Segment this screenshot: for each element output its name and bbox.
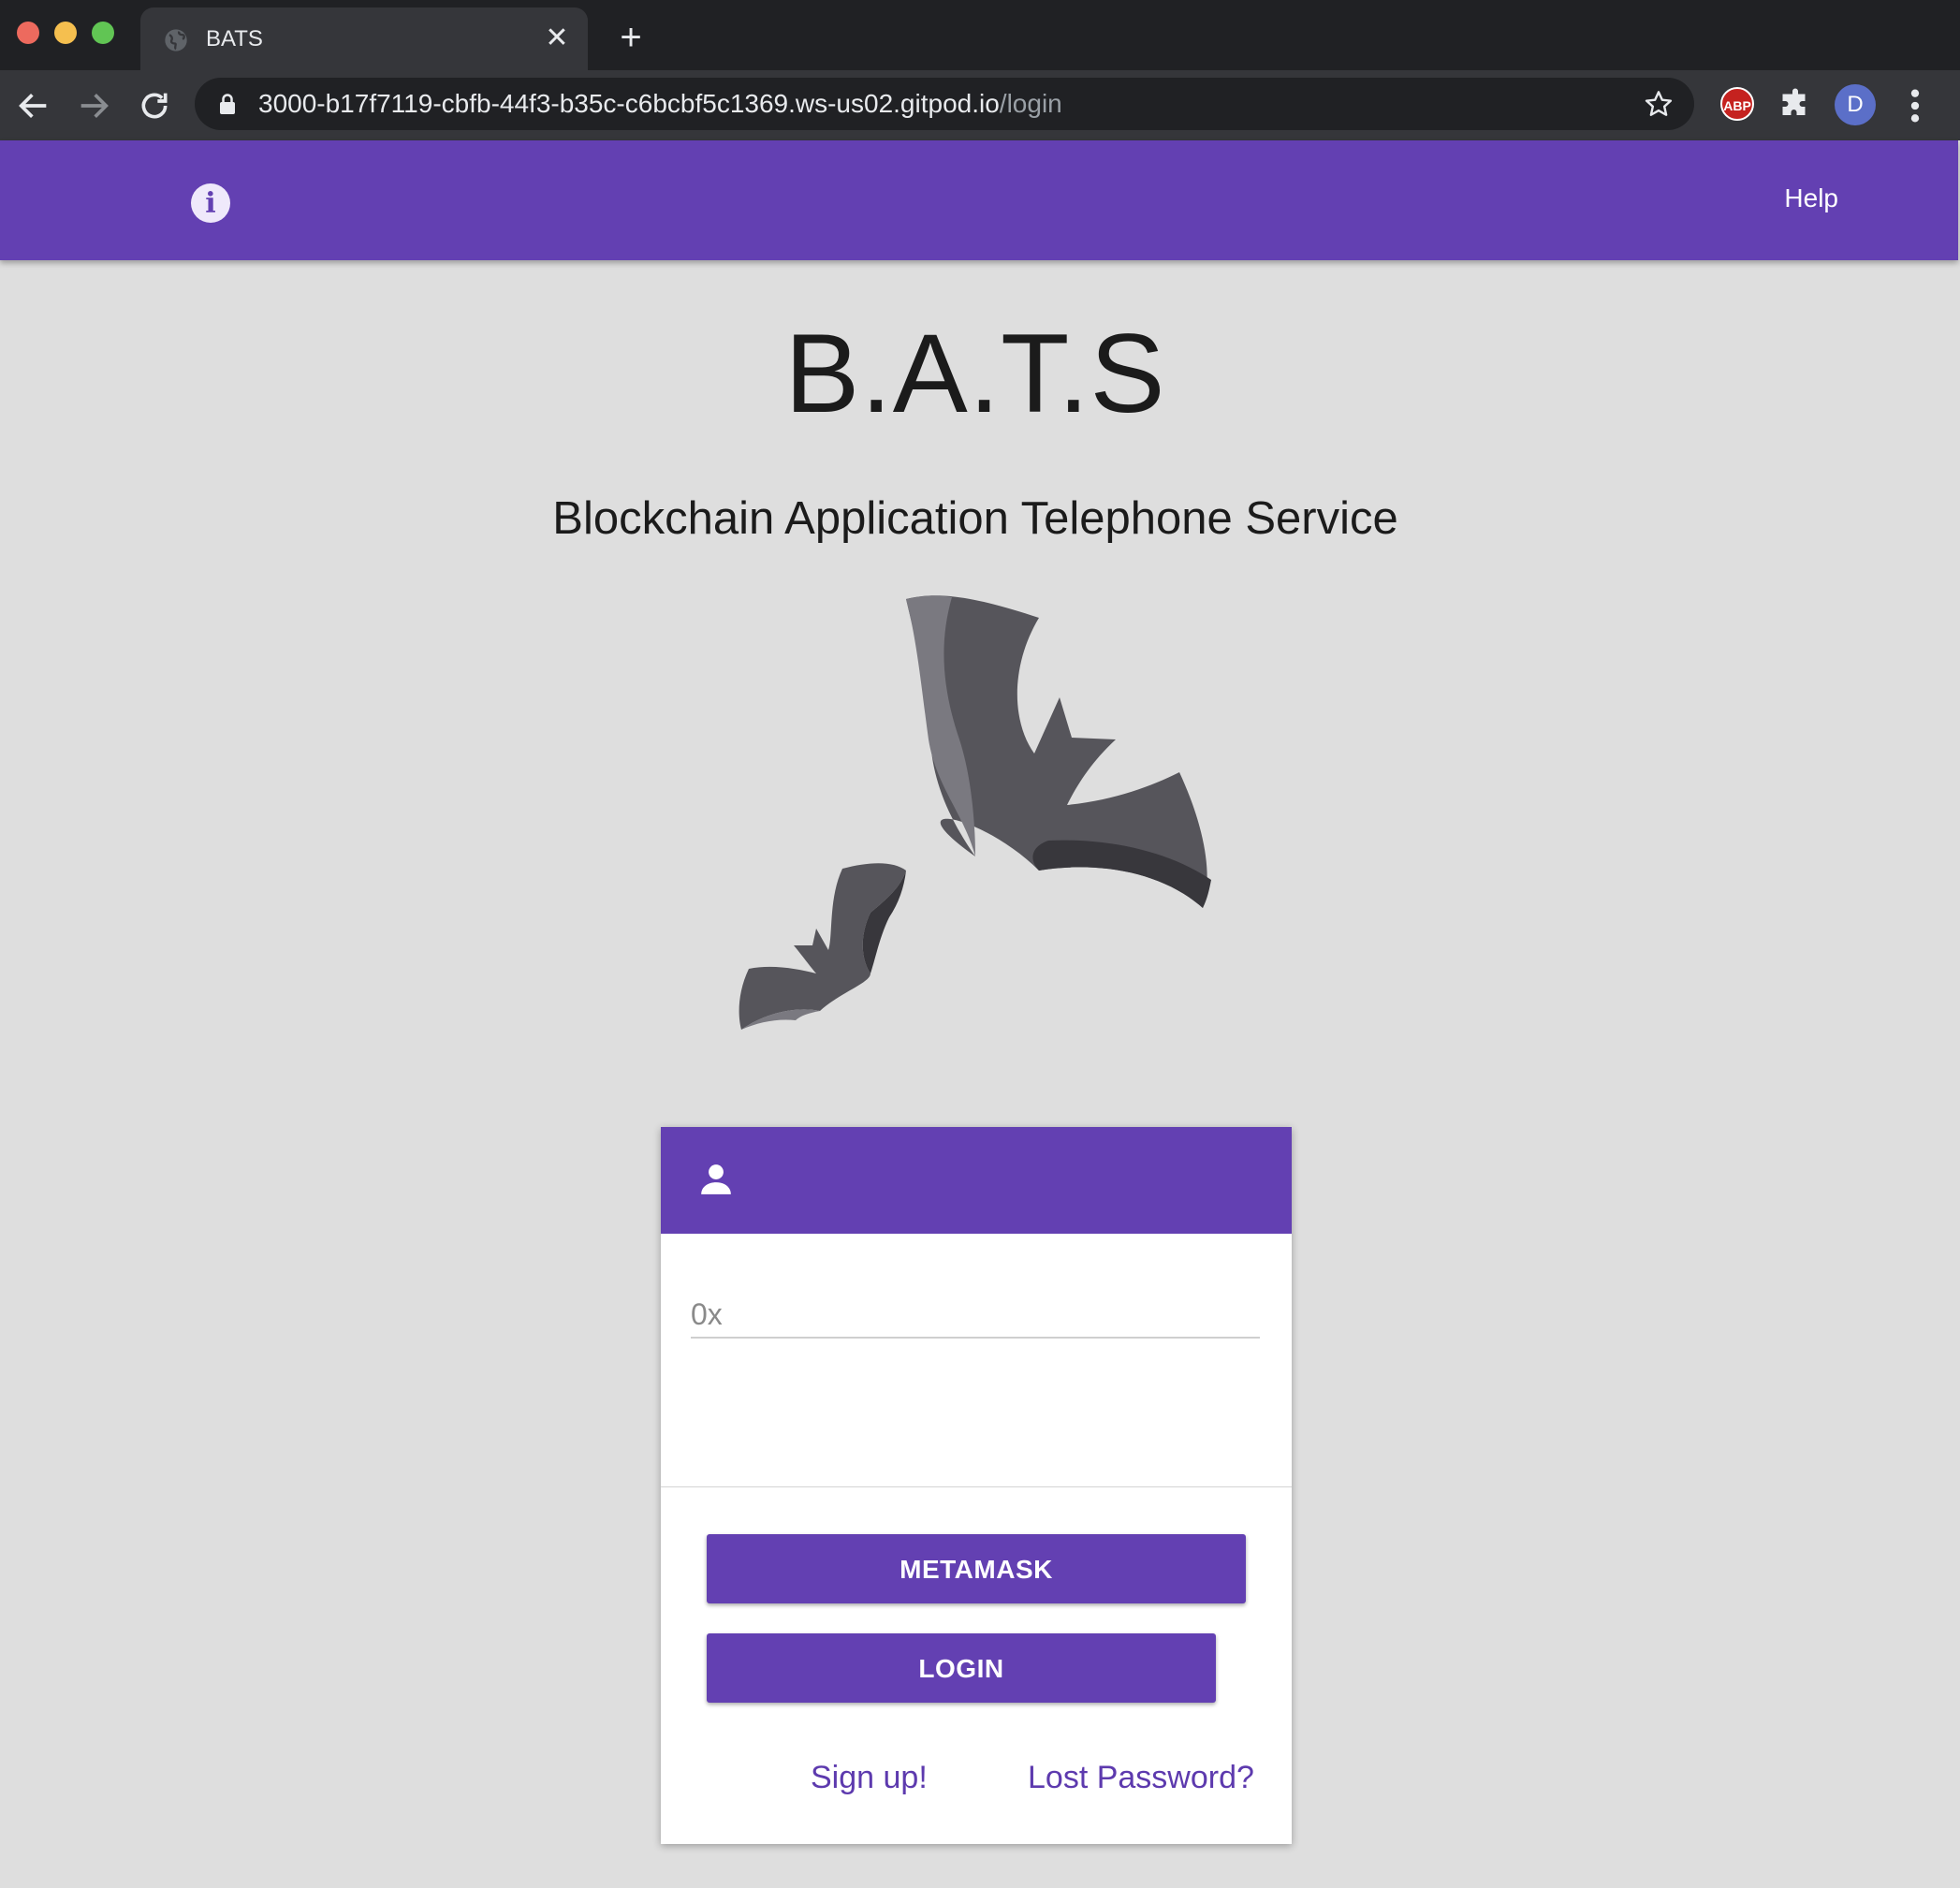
login-card: METAMASK LOGIN Sign up! Lost Password?: [661, 1127, 1292, 1844]
profile-avatar[interactable]: D: [1835, 84, 1876, 125]
lost-password-link[interactable]: Lost Password?: [1028, 1760, 1254, 1796]
window-zoom-button[interactable]: [92, 22, 114, 44]
info-icon: i: [205, 187, 216, 220]
help-link[interactable]: Help: [1784, 183, 1838, 213]
star-icon[interactable]: [1644, 89, 1674, 119]
user-icon: [701, 1164, 731, 1194]
tab-close-button[interactable]: ✕: [543, 24, 571, 52]
reload-icon[interactable]: [136, 87, 173, 124]
login-button[interactable]: LOGIN: [707, 1633, 1216, 1703]
adblock-extension-icon[interactable]: ABP: [1720, 87, 1754, 121]
kebab-menu-icon[interactable]: [1904, 87, 1926, 124]
info-button[interactable]: i: [191, 183, 230, 223]
page-title: B.A.T.S: [784, 311, 1166, 436]
globe-icon: [165, 29, 187, 51]
wallet-address-input[interactable]: [691, 1292, 1260, 1339]
app-bar: i Help: [0, 140, 1958, 260]
back-icon[interactable]: [15, 87, 52, 124]
forward-icon[interactable]: [75, 87, 112, 124]
browser-tab[interactable]: BATS ✕: [140, 7, 588, 70]
browser-tab-strip: BATS ✕ +: [0, 0, 1960, 70]
signup-link[interactable]: Sign up!: [811, 1760, 928, 1796]
card-divider: [661, 1486, 1292, 1487]
bats-logo-icon: [739, 595, 1211, 1030]
url-text: 3000-b17f7119-cbfb-44f3-b35c-c6bcbf5c136…: [258, 89, 1062, 119]
page-subtitle: Blockchain Application Telephone Service: [552, 493, 1398, 544]
window-minimize-button[interactable]: [54, 22, 77, 44]
browser-toolbar: 3000-b17f7119-cbfb-44f3-b35c-c6bcbf5c136…: [0, 70, 1960, 140]
metamask-button[interactable]: METAMASK: [707, 1534, 1246, 1603]
url-host: 3000-b17f7119-cbfb-44f3-b35c-c6bcbf5c136…: [258, 89, 1000, 118]
new-tab-button[interactable]: +: [614, 19, 648, 56]
tab-title: BATS: [206, 26, 263, 51]
window-close-button[interactable]: [17, 22, 39, 44]
login-card-header: [661, 1127, 1292, 1234]
url-path: /login: [999, 89, 1062, 118]
lock-icon[interactable]: [217, 93, 238, 115]
address-bar[interactable]: 3000-b17f7119-cbfb-44f3-b35c-c6bcbf5c136…: [195, 78, 1694, 130]
puzzle-icon[interactable]: [1778, 87, 1812, 121]
